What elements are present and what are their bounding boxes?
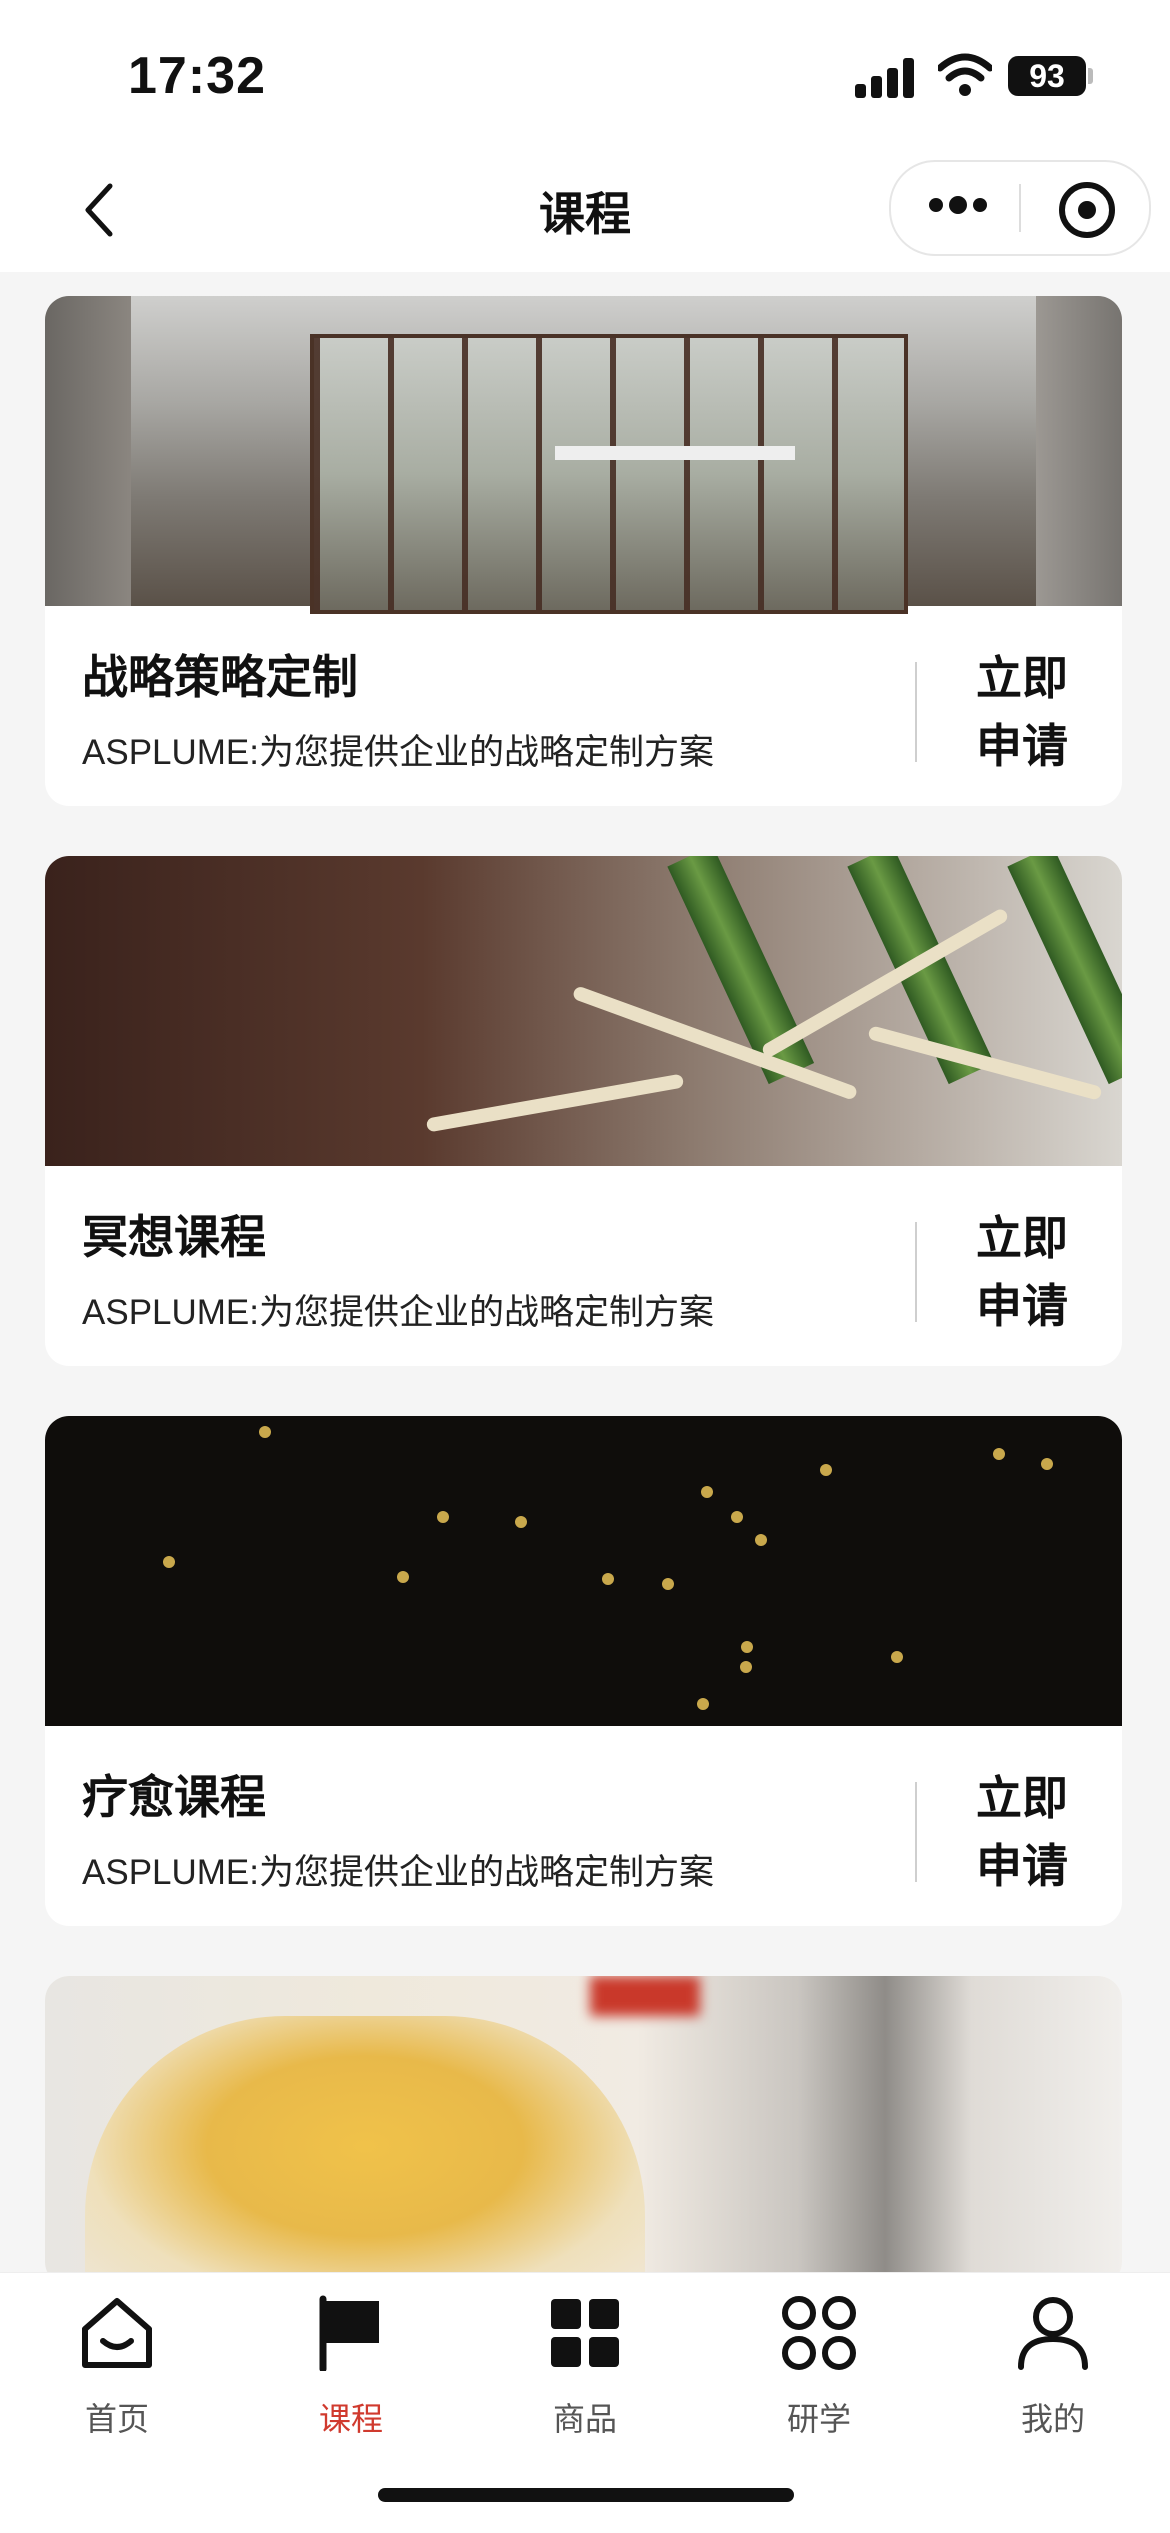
miniapp-capsule — [889, 160, 1151, 256]
course-description: ASPLUME:为您提供企业的战略定制方案 — [82, 1293, 715, 1332]
apps-icon — [782, 2296, 856, 2370]
user-icon — [1018, 2297, 1088, 2370]
tab-label: 商品 — [552, 2401, 617, 2437]
home-indicator — [378, 2488, 794, 2502]
more-icon[interactable] — [929, 196, 999, 218]
wifi-icon — [938, 53, 992, 96]
course-card[interactable]: 战略策略定制 ASPLUME:为您提供企业的战略定制方案 立即 申请 — [45, 296, 1122, 806]
tab-label: 课程 — [318, 2401, 383, 2437]
divider — [915, 662, 917, 762]
course-card[interactable]: 冥想课程 ASPLUME:为您提供企业的战略定制方案 立即 申请 — [45, 856, 1122, 1366]
divider — [915, 1222, 917, 1322]
battery-tip — [1088, 68, 1093, 84]
tab-label: 研学 — [786, 2401, 851, 2437]
office-sign-image — [555, 446, 795, 460]
course-image — [45, 1416, 1122, 1726]
course-image — [45, 856, 1122, 1166]
battery-icon: 93 — [1008, 56, 1086, 96]
course-card[interactable] — [45, 1976, 1122, 2286]
capsule-divider — [1019, 184, 1021, 232]
course-card[interactable]: 疗愈课程 ASPLUME:为您提供企业的战略定制方案 立即 申请 — [45, 1416, 1122, 1926]
apply-label-line1: 立即 — [976, 652, 1068, 704]
grid-icon — [551, 2299, 619, 2367]
tab-profile[interactable]: 我的 — [936, 2295, 1170, 2440]
course-title: 冥想课程 — [82, 1211, 266, 1263]
status-bar: 17:32 93 — [0, 0, 1170, 150]
flag-icon — [319, 2295, 379, 2373]
signal-icon — [855, 58, 915, 98]
tab-label: 首页 — [84, 2401, 149, 2437]
nav-bar: 课程 — [0, 150, 1170, 272]
course-description: ASPLUME:为您提供企业的战略定制方案 — [82, 733, 715, 772]
apply-label-line2: 申请 — [976, 1840, 1068, 1892]
status-time: 17:32 — [128, 47, 266, 105]
tab-courses[interactable]: 课程 — [234, 2295, 468, 2440]
course-description: ASPLUME:为您提供企业的战略定制方案 — [82, 1853, 715, 1892]
tab-home[interactable]: 首页 — [0, 2295, 234, 2440]
apply-label-line2: 申请 — [976, 720, 1068, 772]
course-title: 战略策略定制 — [82, 651, 358, 703]
apply-label-line1: 立即 — [976, 1212, 1068, 1264]
apply-button[interactable]: 立即 申请 — [963, 644, 1081, 780]
apply-button[interactable]: 立即 申请 — [963, 1204, 1081, 1340]
apply-button[interactable]: 立即 申请 — [963, 1764, 1081, 1900]
tab-label: 我的 — [1020, 2401, 1085, 2437]
apply-label-line1: 立即 — [976, 1772, 1068, 1824]
course-title: 疗愈课程 — [82, 1771, 266, 1823]
close-miniapp-icon[interactable] — [1059, 182, 1115, 238]
home-icon — [82, 2298, 152, 2368]
tab-products[interactable]: 商品 — [468, 2295, 702, 2440]
course-image — [45, 296, 1122, 614]
divider — [915, 1782, 917, 1882]
tab-study[interactable]: 研学 — [702, 2295, 936, 2440]
course-image — [45, 1976, 1122, 2286]
apply-label-line2: 申请 — [976, 1280, 1068, 1332]
